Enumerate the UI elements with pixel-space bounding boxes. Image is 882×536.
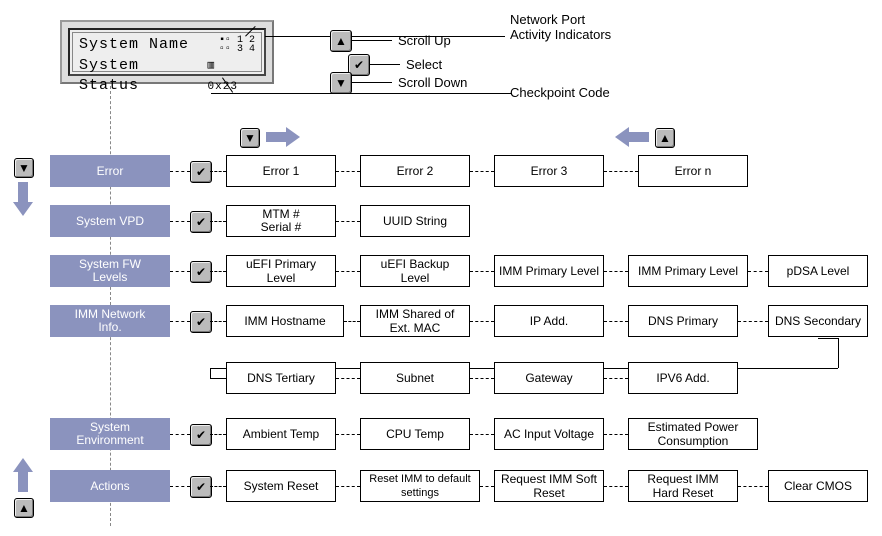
lcd-line1: System Name [79,35,189,55]
cat-net: IMM Network Info. [50,305,170,337]
lcd-checkpoint-code: 0x23 [208,81,238,93]
cat-env: System Environment [50,418,170,450]
row-vpd: System VPD ✔ MTM # Serial # UUID String [10,205,872,237]
item-imm-shared-mac: IMM Shared of Ext. MAC [360,305,470,337]
check-icon: ✔ [190,424,212,446]
item-system-reset: System Reset [226,470,336,502]
item-clear-cmos: Clear CMOS [768,470,868,502]
item-dns-tertiary: DNS Tertiary [226,362,336,394]
item-subnet: Subnet [360,362,470,394]
item-imm-primary-2: IMM Primary Level [628,255,748,287]
cat-fw: System FW Levels [50,255,170,287]
item-ac-voltage: AC Input Voltage [494,418,604,450]
item-pdsa: pDSA Level [768,255,868,287]
item-dns-secondary: DNS Secondary [768,305,868,337]
cat-vpd: System VPD [50,205,170,237]
item-gateway: Gateway [494,362,604,394]
item-ip-add: IP Add. [494,305,604,337]
scroll-up-key-icon: ▲ [330,30,352,52]
item-uefi-backup: uEFI Backup Level [360,255,470,287]
label-select: Select [406,57,442,72]
item-uuid: UUID String [360,205,470,237]
item-imm-primary-1: IMM Primary Level [494,255,604,287]
item-ambient-temp: Ambient Temp [226,418,336,450]
check-icon: ✔ [190,261,212,283]
row-fw: System FW Levels ✔ uEFI Primary Level uE… [10,255,872,287]
item-mtm-serial: MTM # Serial # [226,205,336,237]
label-scroll-down: Scroll Down [398,75,467,90]
arrow-left-icon [615,128,649,146]
row-actions: Actions ✔ System Reset Reset IMM to defa… [10,470,872,502]
lcd-panel: System Name ▪▫ 1 2 ▫▫ 3 4 System Status … [60,20,274,84]
check-icon: ✔ [190,311,212,333]
item-ipv6: IPV6 Add. [628,362,738,394]
check-icon: ✔ [190,161,212,183]
row-env: System Environment ✔ Ambient Temp CPU Te… [10,418,872,450]
item-imm-hard-reset: Request IMM Hard Reset [628,470,738,502]
diagram: System Name ▪▫ 1 2 ▫▫ 3 4 System Status … [10,10,872,526]
item-cpu-temp: CPU Temp [360,418,470,450]
item-error-n: Error n [638,155,748,187]
port-activity-indicator-icon: ▪▫ 1 2 ▫▫ 3 4 [219,36,255,54]
item-error-3: Error 3 [494,155,604,187]
up-arrow-key-icon: ▲ [655,128,675,148]
item-imm-soft-reset: Request IMM Soft Reset [494,470,604,502]
row-error: Error ✔ Error 1 Error 2 Error 3 Error n [10,155,872,187]
check-icon: ✔ [190,476,212,498]
arrow-right-icon [266,128,300,146]
row-net: IMM Network Info. ✔ IMM Hostname IMM Sha… [10,305,872,337]
scroll-down-key-icon: ▼ [330,72,352,94]
check-icon: ✔ [190,211,212,233]
cat-error: Error [50,155,170,187]
item-imm-hostname: IMM Hostname [226,305,344,337]
item-reset-imm-default: Reset IMM to default settings [360,470,480,502]
cat-actions: Actions [50,470,170,502]
item-error-1: Error 1 [226,155,336,187]
lcd-line2-label: System Status [79,56,208,96]
label-checkpoint: Checkpoint Code [510,85,610,100]
label-network-port: Network Port Activity Indicators [510,12,611,42]
row-net-b: DNS Tertiary Subnet Gateway IPV6 Add. [10,362,872,394]
item-uefi-primary: uEFI Primary Level [226,255,336,287]
down-arrow-key-icon: ▼ [240,128,260,148]
checkpoint-glyph-icon: ▥ [208,60,216,72]
item-dns-primary: DNS Primary [628,305,738,337]
label-scroll-up: Scroll Up [398,33,451,48]
item-error-2: Error 2 [360,155,470,187]
item-power-consumption: Estimated Power Consumption [628,418,758,450]
